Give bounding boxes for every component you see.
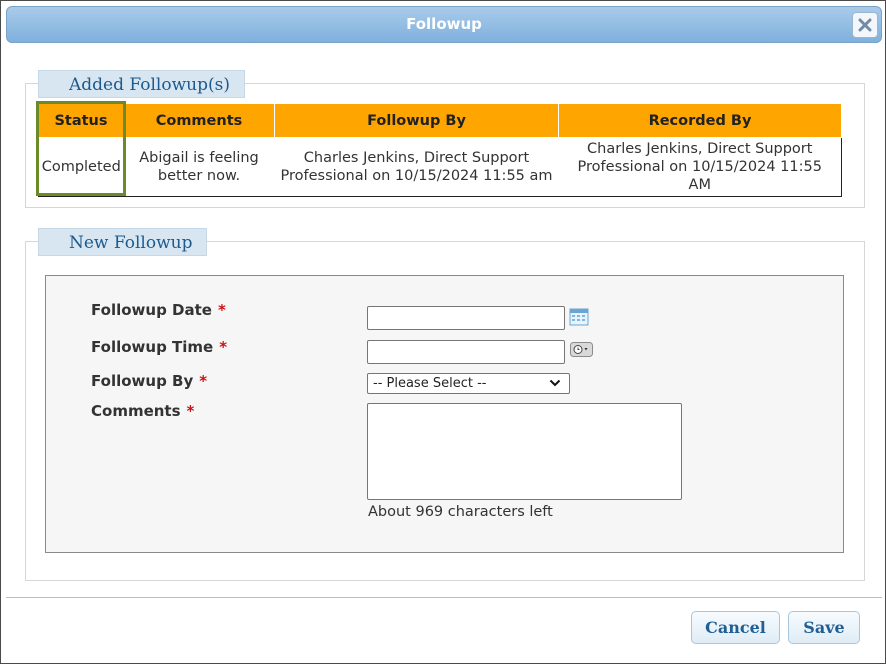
followup-date-input[interactable] (367, 306, 565, 330)
clock-icon[interactable] (570, 342, 593, 357)
followup-dialog: Followup Added Followup(s) Status Commen… (0, 0, 886, 664)
followup-date-label: Followup Date * (91, 301, 226, 319)
close-icon (858, 18, 872, 32)
dialog-title: Followup (406, 15, 482, 33)
followup-by-select[interactable]: -- Please Select -- (367, 373, 570, 394)
required-mark: * (217, 301, 226, 319)
followup-time-input[interactable] (367, 340, 565, 364)
new-followup-legend: New Followup (38, 228, 208, 256)
required-mark: * (186, 402, 195, 420)
chevron-down-icon (549, 379, 561, 387)
characters-left-text: About 969 characters left (368, 504, 553, 520)
cell-recorded-by: Charles Jenkins, Direct Support Professi… (577, 141, 822, 193)
required-mark: * (219, 338, 228, 356)
comments-textarea[interactable] (367, 403, 682, 500)
cell-status: Completed (41, 159, 121, 175)
added-followups-legend: Added Followup(s) (38, 70, 245, 98)
dialog-titlebar: Followup (6, 6, 882, 43)
cell-comments: Abigail is feeling better now. (139, 150, 259, 184)
column-header-comments: Comments (123, 103, 275, 138)
followup-time-label: Followup Time * (91, 338, 228, 356)
column-header-followup-by: Followup By (274, 103, 559, 138)
column-header-recorded-by: Recorded By (558, 103, 842, 138)
followup-by-label: Followup By * (91, 372, 208, 390)
column-header-status: Status (38, 103, 124, 138)
cell-followup-by: Charles Jenkins, Direct Support Professi… (280, 150, 553, 184)
calendar-icon[interactable] (569, 307, 589, 327)
close-button[interactable] (852, 12, 878, 38)
cancel-button[interactable]: Cancel (691, 611, 780, 644)
table-row: Completed Abigail is feeling better now.… (39, 138, 842, 197)
comments-label: Comments * (91, 402, 195, 420)
save-button[interactable]: Save (788, 611, 860, 644)
required-mark: * (199, 372, 208, 390)
footer-divider (6, 597, 882, 598)
followups-table: Status Comments Followup By Recorded By … (38, 103, 842, 197)
